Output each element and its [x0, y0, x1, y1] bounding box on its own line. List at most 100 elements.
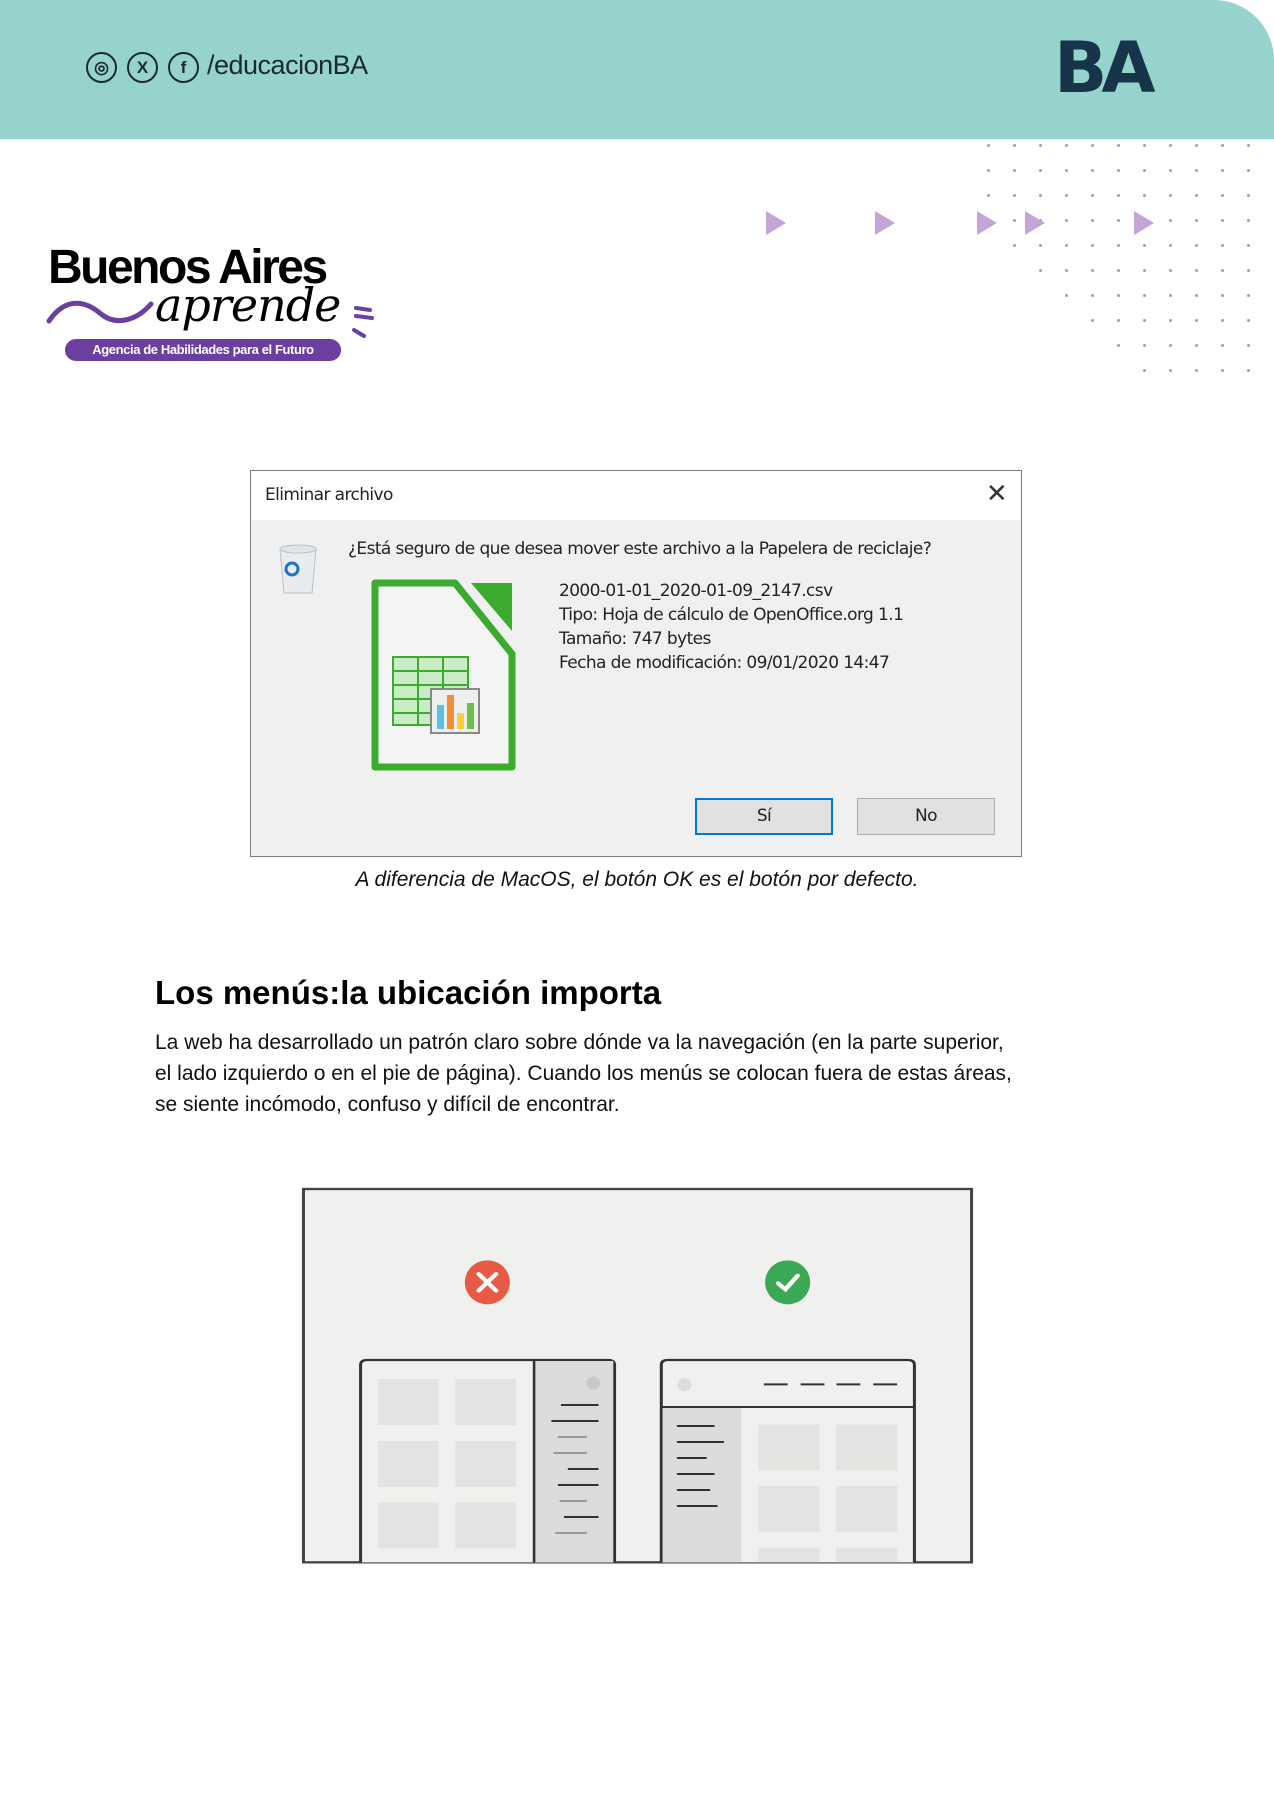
dot	[1039, 169, 1042, 172]
dot	[1143, 369, 1146, 372]
dot	[1117, 194, 1120, 197]
dot	[1117, 169, 1120, 172]
triangle-icon	[977, 211, 997, 235]
page-header: ◎ X f /educacionBA BA	[0, 0, 1274, 139]
dot	[1065, 144, 1068, 147]
recycle-bin-icon	[279, 544, 317, 594]
dot	[1247, 194, 1250, 197]
dot	[1169, 219, 1172, 222]
file-name: 2000-01-01_2020-01-09_2147.csv	[559, 581, 833, 601]
dot	[1065, 269, 1068, 272]
dot	[1221, 219, 1224, 222]
dot	[1117, 244, 1120, 247]
dot	[1195, 169, 1198, 172]
dot	[1039, 194, 1042, 197]
dot	[1143, 294, 1146, 297]
logo-wave-icon	[46, 300, 154, 324]
dot	[1013, 194, 1016, 197]
dot	[1195, 219, 1198, 222]
dot	[1221, 344, 1224, 347]
triangle-icon	[1025, 211, 1045, 235]
file-size: Tamaño: 747 bytes	[559, 629, 711, 649]
dot	[1091, 294, 1094, 297]
dot	[1247, 344, 1250, 347]
close-icon[interactable]: ✕	[986, 479, 1008, 509]
dot	[1065, 194, 1068, 197]
ba-logo: BA	[1054, 27, 1156, 109]
dot	[1013, 219, 1016, 222]
dot	[1091, 269, 1094, 272]
delete-file-dialog: Eliminar archivo ✕ ¿Está seguro de que d…	[250, 470, 1022, 857]
dialog-question: ¿Está seguro de que desea mover este arc…	[348, 539, 932, 559]
dot	[1247, 219, 1250, 222]
social-handle[interactable]: /educacionBA	[207, 50, 368, 81]
dot	[1169, 244, 1172, 247]
dot	[1247, 144, 1250, 147]
dot	[1247, 169, 1250, 172]
dot	[1221, 194, 1224, 197]
dot	[1221, 169, 1224, 172]
logo-sparks-icon	[352, 306, 374, 338]
logo-tagline: Agencia de Habilidades para el Futuro	[65, 339, 341, 361]
dot	[1065, 219, 1068, 222]
dot	[1013, 244, 1016, 247]
dot	[1247, 319, 1250, 322]
dot	[1169, 144, 1172, 147]
menu-placement-illustration	[301, 1187, 974, 1564]
dot	[1091, 194, 1094, 197]
triangle-icon	[875, 211, 895, 235]
dot	[1195, 269, 1198, 272]
dot	[987, 144, 990, 147]
dot	[1169, 344, 1172, 347]
facebook-icon[interactable]: f	[168, 52, 199, 83]
instagram-icon[interactable]: ◎	[86, 52, 117, 83]
dot	[1117, 294, 1120, 297]
dot	[1195, 194, 1198, 197]
dot	[1221, 144, 1224, 147]
dot	[1195, 319, 1198, 322]
dot	[1143, 169, 1146, 172]
dot	[1117, 219, 1120, 222]
dot	[1143, 144, 1146, 147]
dot	[1091, 244, 1094, 247]
dot	[1247, 294, 1250, 297]
dot	[1013, 169, 1016, 172]
dot	[1247, 369, 1250, 372]
dot	[1221, 294, 1224, 297]
x-icon[interactable]: X	[127, 52, 158, 83]
dot	[1039, 144, 1042, 147]
dot	[1117, 319, 1120, 322]
dot	[987, 169, 990, 172]
dot	[1039, 244, 1042, 247]
dot	[1117, 269, 1120, 272]
dot	[1169, 194, 1172, 197]
file-modified-date: Fecha de modificación: 09/01/2020 14:47	[559, 653, 890, 673]
dialog-title: Eliminar archivo	[265, 485, 393, 505]
dot	[1195, 144, 1198, 147]
dot	[1169, 169, 1172, 172]
yes-button[interactable]: Sí	[695, 798, 833, 835]
dot	[1091, 219, 1094, 222]
file-type: Tipo: Hoja de cálculo de OpenOffice.org …	[559, 605, 904, 625]
dot	[1117, 344, 1120, 347]
dot	[1169, 369, 1172, 372]
dot	[1143, 269, 1146, 272]
dot	[1091, 319, 1094, 322]
dot	[1169, 294, 1172, 297]
dot	[1195, 344, 1198, 347]
dot	[1143, 244, 1146, 247]
check-badge-icon	[765, 1260, 811, 1305]
calc-spreadsheet-icon	[371, 579, 516, 771]
dot	[1091, 169, 1094, 172]
paragraph-line: se siente incómodo, confuso y difícil de…	[155, 1093, 620, 1116]
dot	[1117, 144, 1120, 147]
no-button[interactable]: No	[857, 798, 995, 835]
dot	[1195, 244, 1198, 247]
paragraph-line: el lado izquierdo o en el pie de página)…	[155, 1062, 1012, 1085]
error-badge-icon	[464, 1260, 510, 1305]
figure-caption: A diferencia de MacOS, el botón OK es el…	[355, 868, 919, 891]
dot	[1143, 194, 1146, 197]
triangle-icon	[1134, 211, 1154, 235]
dot	[1221, 319, 1224, 322]
paragraph-line: La web ha desarrollado un patrón claro s…	[155, 1031, 1004, 1054]
